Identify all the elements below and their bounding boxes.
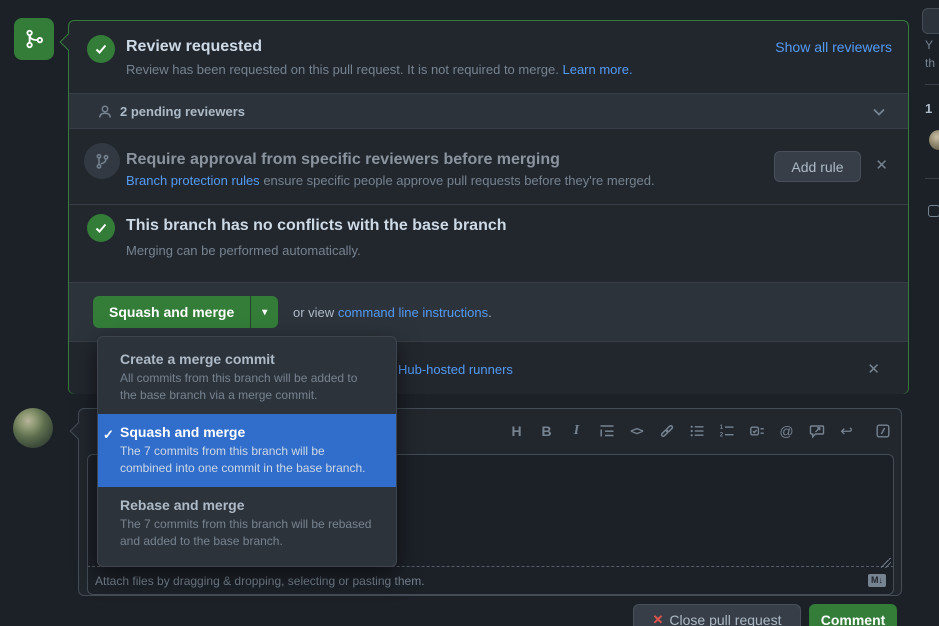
code-icon[interactable]: <> <box>628 423 645 440</box>
composer-caret <box>70 423 87 440</box>
cli-instructions-text: or view command line instructions. <box>293 305 492 320</box>
menu-item-squash-and-merge[interactable]: ✓ Squash and merge The 7 commits from th… <box>98 414 396 487</box>
merge-method-dropdown: Create a merge commit All commits from t… <box>97 336 397 567</box>
chevron-down-icon[interactable] <box>872 107 886 117</box>
sidebar-text-fragment: th <box>925 56 935 70</box>
attach-hint-text: Attach files by dragging & dropping, sel… <box>95 574 425 588</box>
svg-text:2: 2 <box>719 433 723 439</box>
close-pull-request-button[interactable]: ✕ Close pull request <box>633 604 801 626</box>
squash-and-merge-button[interactable]: Squash and merge <box>93 296 250 328</box>
add-rule-button[interactable]: Add rule <box>774 151 861 182</box>
review-requested-description: Review has been requested on this pull r… <box>126 62 633 77</box>
pr-merge-screen: Review requested Review has been request… <box>0 0 939 626</box>
italic-icon[interactable]: I <box>568 423 585 440</box>
heading-icon[interactable]: H <box>508 423 525 440</box>
branch-protection-rules-link[interactable]: Branch protection rules <box>126 173 260 188</box>
sidebar-count: 1 <box>925 101 932 116</box>
mention-icon[interactable]: @ <box>778 423 795 440</box>
sidebar-avatar[interactable] <box>929 130 939 150</box>
sidebar-clipped-control <box>922 8 939 34</box>
person-icon <box>97 104 113 120</box>
quote-icon[interactable] <box>598 423 615 440</box>
bold-icon[interactable]: B <box>538 423 555 440</box>
dismiss-banner-icon[interactable]: ✕ <box>867 362 880 377</box>
attach-files-bar[interactable]: Attach files by dragging & dropping, sel… <box>87 567 894 595</box>
task-list-icon[interactable] <box>748 423 765 440</box>
unordered-list-icon[interactable] <box>688 423 705 440</box>
no-conflicts-title: This branch has no conflicts with the ba… <box>126 217 507 235</box>
cross-reference-icon[interactable] <box>808 423 825 440</box>
markdown-icon: M↓ <box>868 574 886 587</box>
menu-item-create-merge-commit[interactable]: Create a merge commit All commits from t… <box>98 337 396 414</box>
review-requested-section: Review requested Review has been request… <box>69 21 908 93</box>
resize-grip[interactable] <box>881 558 891 568</box>
merge-button-group: Squash and merge ▾ <box>93 296 278 328</box>
hosted-runners-link[interactable]: Hub-hosted runners <box>398 362 513 377</box>
merge-options-caret-button[interactable]: ▾ <box>250 296 278 328</box>
menu-item-rebase-and-merge[interactable]: Rebase and merge The 7 commits from this… <box>98 487 396 566</box>
protection-description: Branch protection rules ensure specific … <box>126 173 655 188</box>
branch-protection-section: Require approval from specific reviewers… <box>69 129 908 205</box>
sidebar-divider <box>925 84 939 85</box>
merge-actions-footer: Squash and merge ▾ or view command line … <box>69 283 908 341</box>
slash-commands-icon[interactable] <box>874 423 891 440</box>
git-branch-icon <box>84 143 120 179</box>
command-line-instructions-link[interactable]: command line instructions <box>338 305 488 320</box>
review-requested-title: Review requested <box>126 38 262 56</box>
check-circle-icon <box>87 35 115 63</box>
ordered-list-icon[interactable]: 1 2 <box>718 423 735 440</box>
link-icon[interactable] <box>658 423 675 440</box>
sidebar-clipped-icon <box>928 205 939 217</box>
markdown-toolbar: H B I <> <box>508 409 891 453</box>
no-conflicts-description: Merging can be performed automatically. <box>126 243 361 258</box>
svg-text:1: 1 <box>719 425 723 431</box>
sidebar-text-fragment: Y <box>925 38 933 52</box>
check-circle-icon <box>87 214 115 242</box>
saved-replies-icon[interactable]: ↩ <box>838 423 855 440</box>
closed-pr-icon: ✕ <box>653 612 664 626</box>
comment-button[interactable]: Comment <box>809 604 897 626</box>
pending-reviewers-label: 2 pending reviewers <box>120 104 245 119</box>
dismiss-protection-icon[interactable]: ✕ <box>875 158 888 173</box>
learn-more-link[interactable]: Learn more. <box>562 62 632 77</box>
show-all-reviewers-link[interactable]: Show all reviewers <box>775 39 892 55</box>
user-avatar[interactable] <box>13 408 53 448</box>
no-conflicts-section: This branch has no conflicts with the ba… <box>69 205 908 283</box>
check-icon: ✓ <box>103 427 114 443</box>
pending-reviewers-row[interactable]: 2 pending reviewers <box>69 93 908 129</box>
protection-title: Require approval from specific reviewers… <box>126 151 560 169</box>
git-merge-icon <box>14 18 54 60</box>
sidebar-divider <box>925 178 939 179</box>
